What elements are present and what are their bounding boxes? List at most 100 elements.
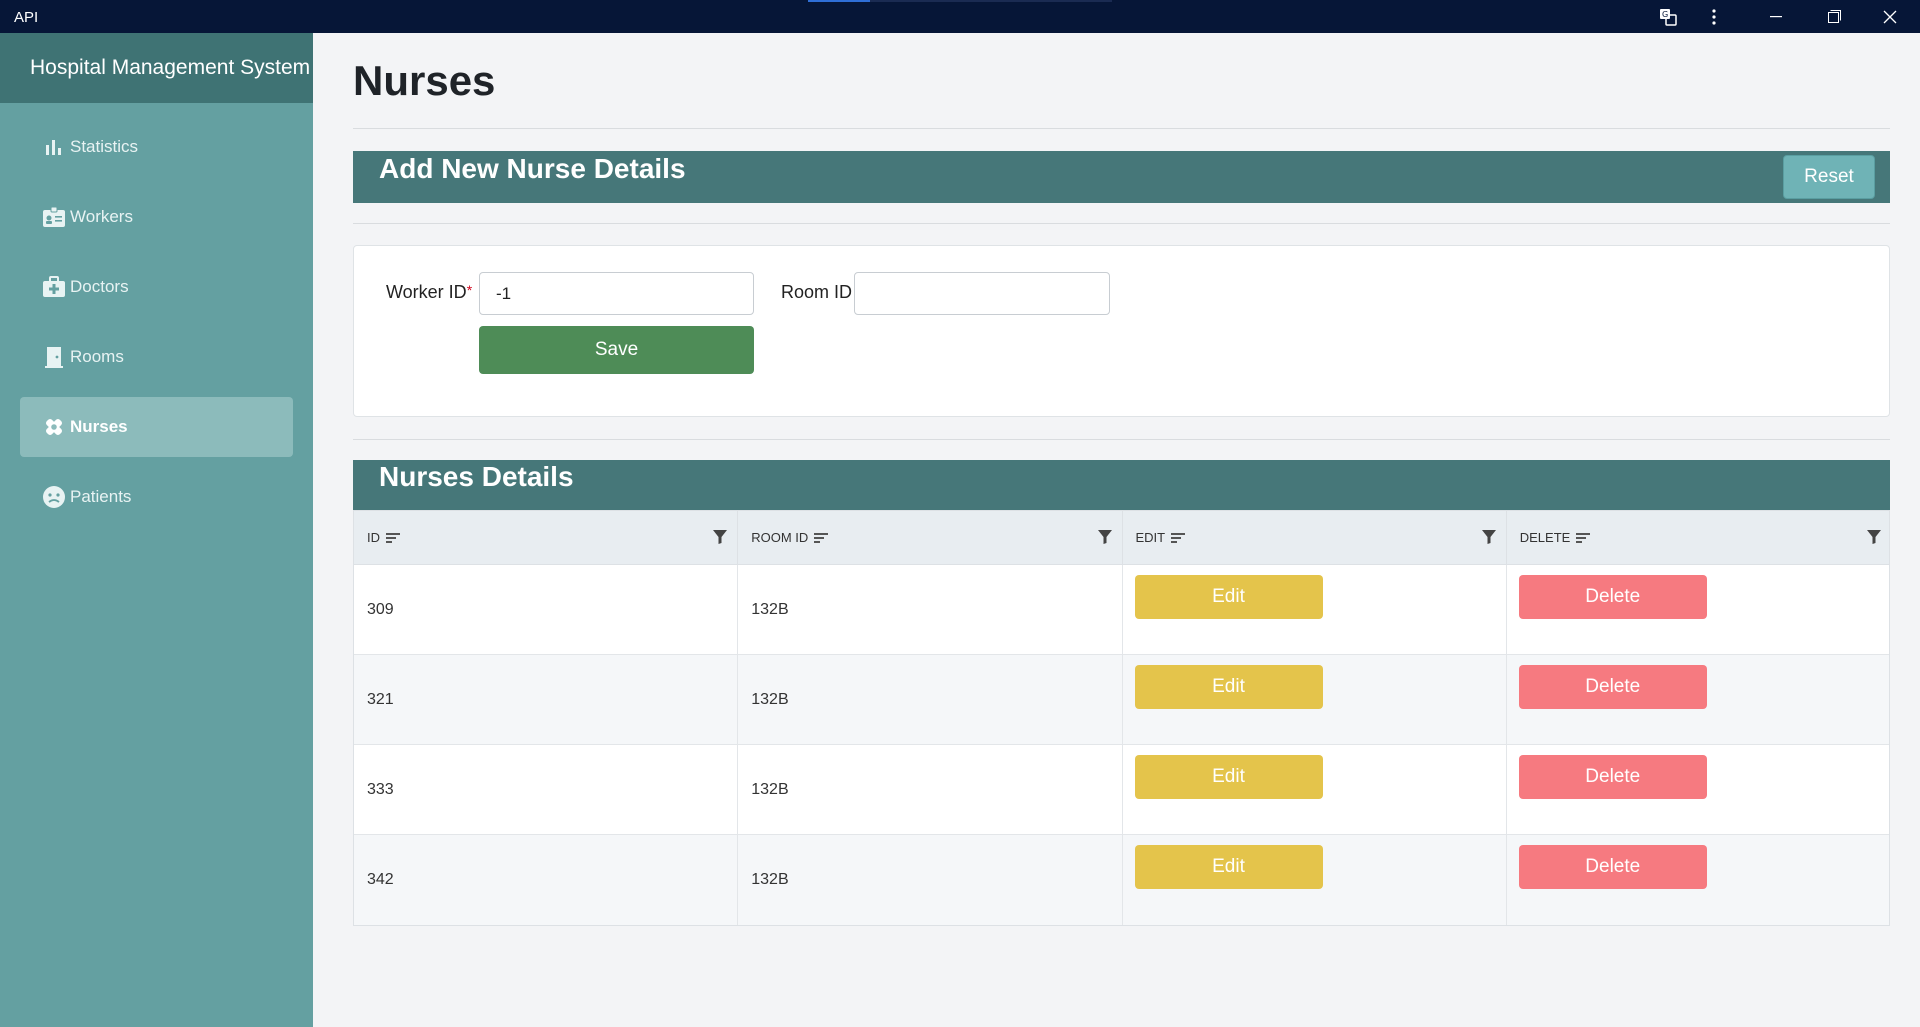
worker-id-label: Worker ID* [386, 282, 472, 303]
divider [353, 439, 1890, 440]
column-header-edit[interactable]: EDIT [1123, 511, 1507, 564]
reset-button[interactable]: Reset [1783, 155, 1875, 199]
room-id-input[interactable] [854, 272, 1110, 315]
save-button[interactable]: Save [479, 326, 754, 374]
main-content: Nurses Add New Nurse Details Reset Worke… [313, 33, 1920, 1027]
restore-icon[interactable] [1812, 0, 1856, 33]
edit-button[interactable]: Edit [1134, 755, 1323, 799]
filter-icon[interactable] [713, 530, 728, 544]
cell-edit: Edit [1123, 655, 1507, 744]
bandage-icon [42, 415, 66, 439]
cell-room-id: 132B [738, 565, 1123, 654]
page-title: Nurses [353, 57, 496, 104]
sidebar-item-doctors[interactable]: Doctors [20, 257, 293, 317]
table-row: 342 132B Edit Delete [354, 835, 1889, 925]
cell-room-id: 132B [738, 745, 1123, 834]
divider [353, 223, 1890, 224]
filter-icon[interactable] [1097, 530, 1112, 544]
id-value: 309 [367, 601, 394, 618]
sort-icon[interactable] [386, 532, 400, 543]
cell-delete: Delete [1507, 565, 1891, 654]
cell-id: 321 [354, 655, 739, 744]
worker-id-input[interactable] [479, 272, 754, 315]
minimize-icon[interactable] [1754, 0, 1798, 33]
column-header-id[interactable]: ID [354, 511, 739, 564]
cell-id: 342 [354, 835, 739, 925]
filter-icon[interactable] [1867, 530, 1881, 544]
filter-icon[interactable] [1481, 530, 1496, 544]
cell-room-id: 132B [738, 835, 1123, 925]
delete-button[interactable]: Delete [1518, 845, 1707, 889]
svg-text:G: G [1662, 10, 1668, 19]
column-header-label: EDIT [1135, 530, 1166, 545]
bar-chart-icon [42, 135, 66, 159]
id-value: 321 [367, 691, 394, 708]
sidebar-item-label: Statistics [70, 137, 139, 156]
divider [353, 128, 1890, 129]
cell-delete: Delete [1507, 655, 1891, 744]
column-header-label: ID [367, 530, 380, 545]
sort-icon[interactable] [814, 532, 829, 543]
sidebar-item-rooms[interactable]: Rooms [20, 327, 293, 387]
sick-face-icon [42, 485, 66, 509]
cell-id: 333 [354, 745, 739, 834]
room-id-value: 132B [751, 781, 789, 798]
id-badge-icon [42, 205, 66, 229]
app-brand: Hospital Management System [0, 33, 313, 103]
room-id-value: 132B [751, 601, 789, 618]
cell-edit: Edit [1123, 835, 1507, 925]
sidebar-item-statistics[interactable]: Statistics [20, 117, 293, 177]
cell-delete: Delete [1507, 835, 1891, 925]
edit-button[interactable]: Edit [1134, 665, 1323, 709]
table-header: ID ROOM ID EDIT DELETE [354, 511, 1889, 565]
add-nurse-header: Add New Nurse Details Reset [353, 151, 1890, 203]
edit-button[interactable]: Edit [1134, 845, 1323, 889]
cell-room-id: 132B [738, 655, 1123, 744]
column-header-label: DELETE [1519, 530, 1571, 545]
section-title: Add New Nurse Details [379, 153, 686, 184]
table-row: 321 132B Edit Delete [354, 655, 1889, 745]
nurses-table: ID ROOM ID EDIT DELETE 309 132B Edit Del… [353, 510, 1890, 926]
id-value: 333 [367, 781, 394, 798]
cell-id: 309 [354, 565, 739, 654]
cell-edit: Edit [1123, 745, 1507, 834]
sidebar-item-label: Doctors [70, 277, 129, 296]
cell-delete: Delete [1507, 745, 1891, 834]
sidebar-item-label: Rooms [70, 347, 124, 366]
window-title: API [14, 9, 39, 26]
required-marker: * [466, 282, 473, 298]
column-header-label: ROOM ID [751, 530, 809, 545]
cell-edit: Edit [1123, 565, 1507, 654]
loading-indicator [808, 0, 870, 2]
column-header-delete[interactable]: DELETE [1507, 511, 1891, 564]
sidebar-item-label: Nurses [70, 417, 128, 436]
table-row: 333 132B Edit Delete [354, 745, 1889, 835]
sort-icon[interactable] [1171, 532, 1186, 543]
close-icon[interactable] [1868, 0, 1912, 33]
loading-track [870, 0, 1112, 2]
room-id-value: 132B [751, 871, 789, 888]
sidebar-item-nurses[interactable]: Nurses [20, 397, 293, 457]
edit-button[interactable]: Edit [1134, 575, 1323, 619]
nurses-details-header: Nurses Details [353, 460, 1890, 510]
worker-id-label-text: Worker ID [386, 282, 467, 302]
column-header-room-id[interactable]: ROOM ID [738, 511, 1123, 564]
room-id-value: 132B [751, 691, 789, 708]
sidebar-item-patients[interactable]: Patients [20, 467, 293, 527]
door-icon [42, 345, 66, 369]
id-value: 342 [367, 871, 394, 888]
sidebar-nav: Statistics Workers Doctors Rooms Nurses [0, 103, 313, 527]
sidebar-item-label: Patients [70, 487, 132, 506]
translate-icon[interactable]: G [1646, 0, 1690, 33]
delete-button[interactable]: Delete [1518, 665, 1707, 709]
sidebar-item-label: Workers [70, 207, 133, 226]
room-id-label: Room ID [781, 282, 853, 302]
sidebar-item-workers[interactable]: Workers [20, 187, 293, 247]
medical-kit-icon [42, 275, 66, 299]
section-title: Nurses Details [379, 461, 574, 492]
sort-icon[interactable] [1576, 532, 1591, 543]
delete-button[interactable]: Delete [1518, 755, 1707, 799]
more-options-icon[interactable] [1692, 0, 1736, 33]
delete-button[interactable]: Delete [1518, 575, 1707, 619]
add-nurse-form: Worker ID* Room ID Save [353, 245, 1890, 417]
